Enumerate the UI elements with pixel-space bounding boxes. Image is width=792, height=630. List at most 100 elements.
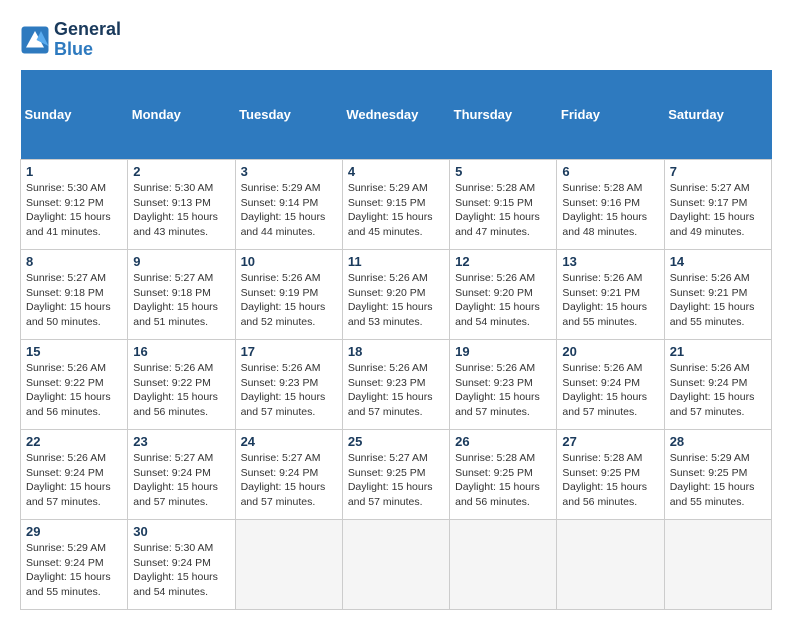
calendar-cell: 28 Sunrise: 5:29 AMSunset: 9:25 PMDayligh… (664, 430, 771, 520)
day-number: 20 (562, 344, 658, 359)
cell-info: Sunrise: 5:26 AMSunset: 9:19 PMDaylight:… (241, 271, 337, 330)
cell-info: Sunrise: 5:26 AMSunset: 9:22 PMDaylight:… (133, 361, 229, 420)
cell-info: Sunrise: 5:26 AMSunset: 9:24 PMDaylight:… (562, 361, 658, 420)
cell-info: Sunrise: 5:27 AMSunset: 9:18 PMDaylight:… (26, 271, 122, 330)
cell-info: Sunrise: 5:28 AMSunset: 9:25 PMDaylight:… (455, 451, 551, 510)
calendar-cell: 6 Sunrise: 5:28 AMSunset: 9:16 PMDaylight… (557, 160, 664, 250)
calendar-cell: 21Sunrise: 5:26 AMSunset: 9:24 PMDayligh… (664, 340, 771, 430)
logo-text: General Blue (54, 20, 121, 60)
cell-info: Sunrise: 5:26 AMSunset: 9:20 PMDaylight:… (455, 271, 551, 330)
cell-info: Sunrise: 5:28 AMSunset: 9:16 PMDaylight:… (562, 181, 658, 240)
day-number: 27 (562, 434, 658, 449)
cell-info: Sunrise: 5:27 AMSunset: 9:24 PMDaylight:… (133, 451, 229, 510)
calendar-table: SundayMondayTuesdayWednesdayThursdayFrid… (20, 70, 772, 611)
calendar-cell: 30 Sunrise: 5:30 AMSunset: 9:24 PMDayligh… (128, 520, 235, 610)
day-number: 22 (26, 434, 122, 449)
calendar-cell: 7 Sunrise: 5:27 AMSunset: 9:17 PMDaylight… (664, 160, 771, 250)
cell-info: Sunrise: 5:26 AMSunset: 9:23 PMDaylight:… (455, 361, 551, 420)
day-number: 17 (241, 344, 337, 359)
day-number: 30 (133, 524, 229, 539)
calendar-cell (450, 520, 557, 610)
day-number: 23 (133, 434, 229, 449)
day-number: 19 (455, 344, 551, 359)
cell-info: Sunrise: 5:26 AMSunset: 9:20 PMDaylight:… (348, 271, 444, 330)
day-number: 3 (241, 164, 337, 179)
calendar-cell: 11 Sunrise: 5:26 AMSunset: 9:20 PMDayligh… (342, 250, 449, 340)
calendar-cell: 20 Sunrise: 5:26 AMSunset: 9:24 PMDayligh… (557, 340, 664, 430)
day-number: 2 (133, 164, 229, 179)
cell-info: Sunrise: 5:30 AMSunset: 9:13 PMDaylight:… (133, 181, 229, 240)
logo-icon (20, 25, 50, 55)
day-number: 6 (562, 164, 658, 179)
calendar-cell: 10 Sunrise: 5:26 AMSunset: 9:19 PMDayligh… (235, 250, 342, 340)
cell-info: Sunrise: 5:26 AMSunset: 9:24 PMDaylight:… (670, 361, 766, 420)
cell-info: Sunrise: 5:29 AMSunset: 9:14 PMDaylight:… (241, 181, 337, 240)
day-number: 29 (26, 524, 122, 539)
day-number: 11 (348, 254, 444, 269)
day-header-monday: Monday (128, 70, 235, 160)
calendar-cell: 3 Sunrise: 5:29 AMSunset: 9:14 PMDaylight… (235, 160, 342, 250)
cell-info: Sunrise: 5:30 AMSunset: 9:24 PMDaylight:… (133, 541, 229, 600)
cell-info: Sunrise: 5:29 AMSunset: 9:15 PMDaylight:… (348, 181, 444, 240)
day-number: 28 (670, 434, 766, 449)
cell-info: Sunrise: 5:26 AMSunset: 9:24 PMDaylight:… (26, 451, 122, 510)
cell-info: Sunrise: 5:26 AMSunset: 9:23 PMDaylight:… (348, 361, 444, 420)
calendar-cell: 19 Sunrise: 5:26 AMSunset: 9:23 PMDayligh… (450, 340, 557, 430)
calendar-cell: 17Sunrise: 5:26 AMSunset: 9:23 PMDayligh… (235, 340, 342, 430)
day-header-thursday: Thursday (450, 70, 557, 160)
day-number: 1 (26, 164, 122, 179)
day-number: 10 (241, 254, 337, 269)
calendar-cell: 24 Sunrise: 5:27 AMSunset: 9:24 PMDayligh… (235, 430, 342, 520)
calendar-cell: 2 Sunrise: 5:30 AMSunset: 9:13 PMDaylight… (128, 160, 235, 250)
calendar-cell: 26 Sunrise: 5:28 AMSunset: 9:25 PMDayligh… (450, 430, 557, 520)
cell-info: Sunrise: 5:27 AMSunset: 9:24 PMDaylight:… (241, 451, 337, 510)
day-number: 26 (455, 434, 551, 449)
day-header-tuesday: Tuesday (235, 70, 342, 160)
day-number: 8 (26, 254, 122, 269)
calendar-cell: 9 Sunrise: 5:27 AMSunset: 9:18 PMDaylight… (128, 250, 235, 340)
calendar-cell: 25 Sunrise: 5:27 AMSunset: 9:25 PMDayligh… (342, 430, 449, 520)
day-number: 13 (562, 254, 658, 269)
day-number: 12 (455, 254, 551, 269)
calendar-cell: 14 Sunrise: 5:26 AMSunset: 9:21 PMDayligh… (664, 250, 771, 340)
calendar-cell: 23 Sunrise: 5:27 AMSunset: 9:24 PMDayligh… (128, 430, 235, 520)
page-header: General Blue (20, 20, 772, 60)
day-number: 14 (670, 254, 766, 269)
day-number: 18 (348, 344, 444, 359)
day-number: 7 (670, 164, 766, 179)
day-number: 24 (241, 434, 337, 449)
cell-info: Sunrise: 5:27 AMSunset: 9:17 PMDaylight:… (670, 181, 766, 240)
day-number: 25 (348, 434, 444, 449)
cell-info: Sunrise: 5:26 AMSunset: 9:21 PMDaylight:… (670, 271, 766, 330)
calendar-cell (664, 520, 771, 610)
cell-info: Sunrise: 5:27 AMSunset: 9:18 PMDaylight:… (133, 271, 229, 330)
calendar-cell: 16 Sunrise: 5:26 AMSunset: 9:22 PMDayligh… (128, 340, 235, 430)
cell-info: Sunrise: 5:30 AMSunset: 9:12 PMDaylight:… (26, 181, 122, 240)
calendar-cell: 8 Sunrise: 5:27 AMSunset: 9:18 PMDaylight… (21, 250, 128, 340)
calendar-cell: 13 Sunrise: 5:26 AMSunset: 9:21 PMDayligh… (557, 250, 664, 340)
cell-info: Sunrise: 5:28 AMSunset: 9:15 PMDaylight:… (455, 181, 551, 240)
calendar-cell (342, 520, 449, 610)
calendar-cell: 5 Sunrise: 5:28 AMSunset: 9:15 PMDaylight… (450, 160, 557, 250)
cell-info: Sunrise: 5:26 AMSunset: 9:22 PMDaylight:… (26, 361, 122, 420)
day-number: 16 (133, 344, 229, 359)
day-header-wednesday: Wednesday (342, 70, 449, 160)
day-number: 15 (26, 344, 122, 359)
cell-info: Sunrise: 5:29 AMSunset: 9:24 PMDaylight:… (26, 541, 122, 600)
calendar-cell (235, 520, 342, 610)
cell-info: Sunrise: 5:26 AMSunset: 9:21 PMDaylight:… (562, 271, 658, 330)
cell-info: Sunrise: 5:29 AMSunset: 9:25 PMDaylight:… (670, 451, 766, 510)
calendar-cell: 18 Sunrise: 5:26 AMSunset: 9:23 PMDayligh… (342, 340, 449, 430)
day-number: 5 (455, 164, 551, 179)
day-header-sunday: Sunday (21, 70, 128, 160)
calendar-cell: 22 Sunrise: 5:26 AMSunset: 9:24 PMDayligh… (21, 430, 128, 520)
cell-info: Sunrise: 5:27 AMSunset: 9:25 PMDaylight:… (348, 451, 444, 510)
calendar-cell: 12 Sunrise: 5:26 AMSunset: 9:20 PMDayligh… (450, 250, 557, 340)
calendar-cell: 1 Sunrise: 5:30 AMSunset: 9:12 PMDaylight… (21, 160, 128, 250)
day-number: 9 (133, 254, 229, 269)
day-header-friday: Friday (557, 70, 664, 160)
calendar-cell: 4Sunrise: 5:29 AMSunset: 9:15 PMDaylight… (342, 160, 449, 250)
calendar-cell: 27Sunrise: 5:28 AMSunset: 9:25 PMDayligh… (557, 430, 664, 520)
calendar-cell: 15 Sunrise: 5:26 AMSunset: 9:22 PMDayligh… (21, 340, 128, 430)
logo: General Blue (20, 20, 121, 60)
